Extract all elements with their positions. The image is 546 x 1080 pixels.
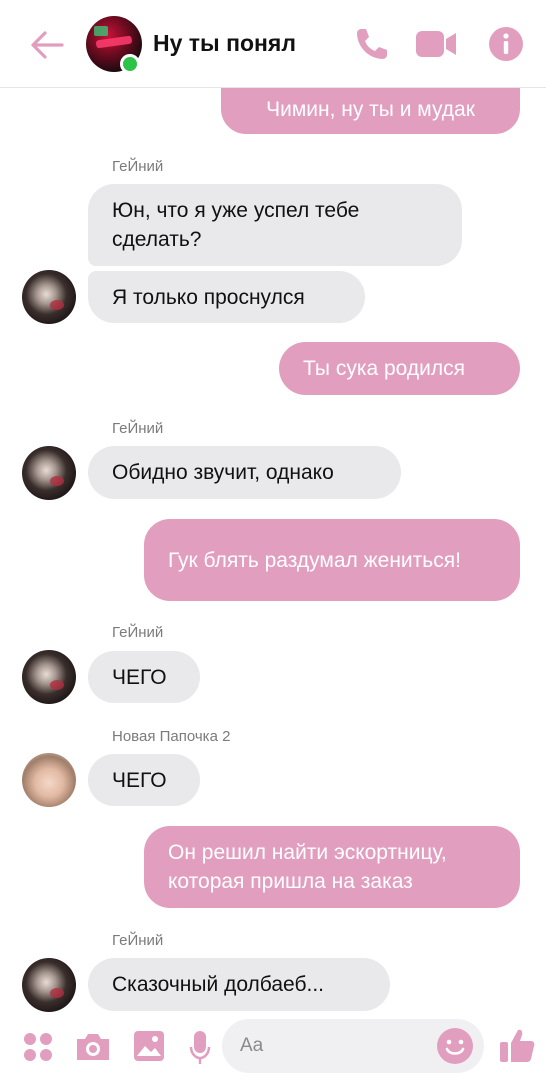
incoming-message[interactable]: ЧЕГО [88,754,200,806]
microphone-icon[interactable] [188,1030,212,1066]
message-composer [0,1012,546,1080]
image-icon[interactable] [132,1029,166,1063]
back-arrow-icon[interactable] [28,26,66,64]
message-input-box[interactable] [222,1019,484,1073]
phone-icon[interactable] [352,24,392,64]
four-dots-icon[interactable] [22,1031,54,1063]
avatar-neon-light [94,26,108,36]
avatar-neon-sign [95,35,133,49]
camera-icon[interactable] [74,1031,112,1063]
sender-name: Новая Папочка 2 [112,728,231,745]
sender-avatar[interactable] [22,650,76,704]
online-status-dot [120,54,140,74]
outgoing-message[interactable]: Гук блять раздумал жениться! [144,519,520,601]
sender-avatar[interactable] [22,753,76,807]
incoming-message[interactable]: ЧЕГО [88,651,200,703]
sender-name: ГеЙний [112,420,164,437]
message-input[interactable] [240,1033,430,1059]
video-camera-icon[interactable] [414,28,458,60]
outgoing-message[interactable]: Он решил найти эскортницу, которая пришл… [144,826,520,908]
info-icon[interactable] [488,26,524,62]
incoming-message[interactable]: Обидно звучит, однако [88,446,401,499]
sender-avatar[interactable] [22,958,76,1012]
incoming-message[interactable]: Сказочный долбаеб... [88,958,390,1011]
smiley-icon[interactable] [436,1027,474,1065]
outgoing-message[interactable]: Чимин, ну ты и мудак [221,84,520,134]
thumbs-up-icon[interactable] [498,1026,536,1064]
incoming-message[interactable]: Юн, что я уже успел тебе сделать? [88,184,462,266]
sender-name: ГеЙний [112,624,164,641]
outgoing-message[interactable]: Ты сука родился [279,342,520,395]
sender-avatar[interactable] [22,270,76,324]
incoming-message[interactable]: Я только проснулся [88,271,365,323]
chat-title[interactable]: Ну ты понял [153,30,296,57]
sender-name: ГеЙний [112,158,164,175]
sender-name: ГеЙний [112,932,164,949]
sender-avatar[interactable] [22,446,76,500]
chat-header: Ну ты понял [0,0,546,88]
